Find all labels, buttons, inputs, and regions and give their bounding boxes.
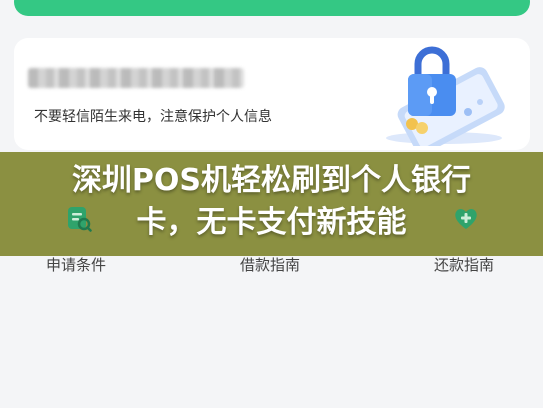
page-background [0,282,543,408]
headline-line-2: 卡，无卡支付新技能 [136,205,407,240]
security-warning-text: 不要轻信陌生来电，注意保护个人信息 [34,109,272,125]
headline-line-1: 深圳POS机轻松刷到个人银行 [71,163,472,198]
top-green-banner[interactable] [14,0,530,16]
menu-item-apply-conditions[interactable]: 申请条件 [46,254,106,275]
article-headline: 深圳POS机轻松刷到个人银行 卡，无卡支付新技能 [30,160,513,244]
menu-item-repay-guide[interactable]: 还款指南 [434,254,494,275]
padlock-phone-illustration [386,46,505,146]
menu-item-borrow-guide[interactable]: 借款指南 [240,254,300,275]
blurred-phone-number [28,68,244,88]
